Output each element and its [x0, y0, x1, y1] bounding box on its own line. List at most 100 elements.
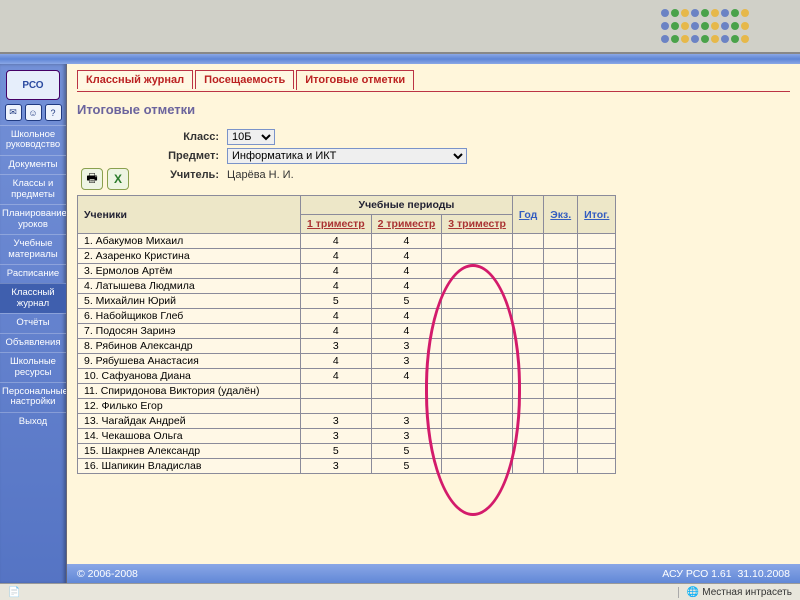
- sidebar-item[interactable]: Отчёты: [0, 313, 66, 332]
- grade-cell[interactable]: [544, 429, 578, 444]
- grade-cell[interactable]: 4: [371, 324, 442, 339]
- help-icon[interactable]: ?: [45, 104, 62, 121]
- grade-cell[interactable]: [442, 429, 513, 444]
- grade-cell[interactable]: [442, 279, 513, 294]
- tab[interactable]: Посещаемость: [195, 70, 294, 89]
- grade-cell[interactable]: [301, 384, 372, 399]
- grade-cell[interactable]: 4: [371, 279, 442, 294]
- th-trim1-link[interactable]: 1 триместр: [307, 218, 365, 230]
- class-select[interactable]: 10Б: [227, 129, 275, 145]
- export-excel-icon[interactable]: X: [107, 168, 129, 190]
- sidebar-item[interactable]: Персональные настройки: [0, 382, 66, 412]
- grade-cell[interactable]: 5: [301, 294, 372, 309]
- grade-cell[interactable]: [544, 279, 578, 294]
- mail-icon[interactable]: ✉: [5, 104, 22, 121]
- grade-cell[interactable]: 4: [301, 309, 372, 324]
- grade-cell[interactable]: 4: [371, 249, 442, 264]
- grade-cell[interactable]: [512, 399, 543, 414]
- grade-cell[interactable]: 4: [301, 369, 372, 384]
- grade-cell[interactable]: 5: [301, 444, 372, 459]
- grade-cell[interactable]: [578, 369, 616, 384]
- grade-cell[interactable]: [442, 384, 513, 399]
- grade-cell[interactable]: 3: [301, 429, 372, 444]
- grade-cell[interactable]: [442, 339, 513, 354]
- grade-cell[interactable]: [512, 414, 543, 429]
- grade-cell[interactable]: 3: [371, 414, 442, 429]
- grade-cell[interactable]: [544, 369, 578, 384]
- grade-cell[interactable]: [578, 384, 616, 399]
- grade-cell[interactable]: [442, 309, 513, 324]
- grade-cell[interactable]: [442, 459, 513, 474]
- grade-cell[interactable]: [578, 309, 616, 324]
- grade-cell[interactable]: [578, 339, 616, 354]
- grade-cell[interactable]: [512, 354, 543, 369]
- grade-cell[interactable]: 4: [371, 234, 442, 249]
- grade-cell[interactable]: [371, 384, 442, 399]
- grade-cell[interactable]: 4: [301, 249, 372, 264]
- grade-cell[interactable]: [544, 324, 578, 339]
- print-icon[interactable]: 🖶: [81, 168, 103, 190]
- grade-cell[interactable]: 4: [301, 324, 372, 339]
- grade-cell[interactable]: [544, 399, 578, 414]
- sidebar-item[interactable]: Расписание: [0, 264, 66, 283]
- grade-cell[interactable]: 4: [301, 264, 372, 279]
- grade-cell[interactable]: [371, 399, 442, 414]
- grade-cell[interactable]: [578, 294, 616, 309]
- sidebar-item[interactable]: Объявления: [0, 333, 66, 352]
- grade-cell[interactable]: [442, 264, 513, 279]
- grade-cell[interactable]: 4: [301, 234, 372, 249]
- grade-cell[interactable]: [578, 354, 616, 369]
- grade-cell[interactable]: [512, 249, 543, 264]
- grade-cell[interactable]: [544, 459, 578, 474]
- grade-cell[interactable]: 3: [301, 459, 372, 474]
- grade-cell[interactable]: [512, 294, 543, 309]
- tab[interactable]: Итоговые отметки: [296, 70, 414, 90]
- grade-cell[interactable]: [512, 459, 543, 474]
- grade-cell[interactable]: [544, 354, 578, 369]
- grade-cell[interactable]: [544, 309, 578, 324]
- grade-cell[interactable]: [578, 324, 616, 339]
- grade-cell[interactable]: 3: [301, 414, 372, 429]
- grade-cell[interactable]: [544, 264, 578, 279]
- grade-cell[interactable]: [544, 414, 578, 429]
- grade-cell[interactable]: [578, 264, 616, 279]
- sidebar-item[interactable]: Классный журнал: [0, 283, 66, 313]
- grade-cell[interactable]: [544, 444, 578, 459]
- grade-cell[interactable]: [512, 429, 543, 444]
- grade-cell[interactable]: [578, 429, 616, 444]
- grade-cell[interactable]: 5: [371, 459, 442, 474]
- grade-cell[interactable]: 4: [371, 309, 442, 324]
- grade-cell[interactable]: 4: [371, 264, 442, 279]
- grade-cell[interactable]: [578, 444, 616, 459]
- grade-cell[interactable]: [512, 339, 543, 354]
- grade-cell[interactable]: [578, 249, 616, 264]
- grade-cell[interactable]: [512, 234, 543, 249]
- grade-cell[interactable]: 4: [371, 369, 442, 384]
- sidebar-item[interactable]: Школьное руководство: [0, 125, 66, 155]
- grade-cell[interactable]: [578, 234, 616, 249]
- grade-cell[interactable]: [512, 279, 543, 294]
- tab[interactable]: Классный журнал: [77, 70, 193, 89]
- grade-cell[interactable]: [442, 369, 513, 384]
- grade-cell[interactable]: [512, 309, 543, 324]
- grade-cell[interactable]: [544, 234, 578, 249]
- grade-cell[interactable]: [442, 354, 513, 369]
- grade-cell[interactable]: 3: [371, 339, 442, 354]
- grade-cell[interactable]: [544, 249, 578, 264]
- grade-cell[interactable]: [301, 399, 372, 414]
- grade-cell[interactable]: [512, 324, 543, 339]
- grade-cell[interactable]: [512, 444, 543, 459]
- th-year-link[interactable]: Год: [519, 209, 537, 221]
- sidebar-item[interactable]: Выход: [0, 412, 66, 431]
- grade-cell[interactable]: [578, 279, 616, 294]
- sidebar-item[interactable]: Школьные ресурсы: [0, 352, 66, 382]
- grade-cell[interactable]: [544, 339, 578, 354]
- grade-cell[interactable]: 3: [301, 339, 372, 354]
- grade-cell[interactable]: [442, 324, 513, 339]
- grade-cell[interactable]: 4: [301, 354, 372, 369]
- sidebar-item[interactable]: Планирование уроков: [0, 204, 66, 234]
- subject-select[interactable]: Информатика и ИКТ: [227, 148, 467, 164]
- th-final-link[interactable]: Итог.: [584, 209, 609, 221]
- sidebar-item[interactable]: Учебные материалы: [0, 234, 66, 264]
- grade-cell[interactable]: [442, 444, 513, 459]
